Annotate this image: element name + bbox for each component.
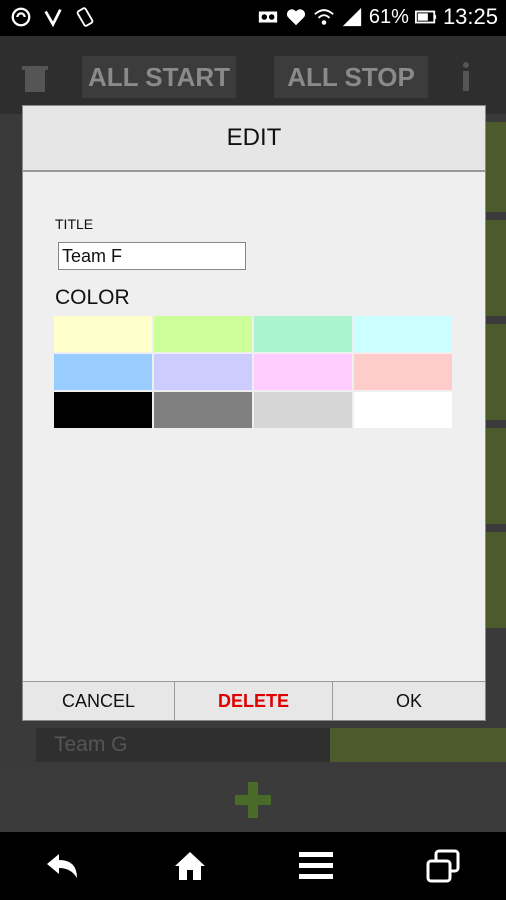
trash-icon[interactable]	[22, 64, 48, 94]
color-swatch[interactable]	[254, 354, 352, 390]
dialog-title: EDIT	[23, 106, 485, 172]
voicemail-icon	[258, 11, 278, 23]
add-bar[interactable]	[0, 768, 506, 832]
back-icon	[47, 854, 78, 878]
delete-button[interactable]: DELETE	[175, 682, 333, 720]
color-swatch[interactable]	[354, 354, 452, 390]
recent-apps-icon	[426, 849, 460, 883]
back-button[interactable]	[33, 836, 93, 896]
navigation-bar	[0, 832, 506, 900]
list-item-label: Team G	[36, 728, 330, 762]
dialog-buttons: CANCEL DELETE OK	[23, 681, 485, 720]
color-swatch[interactable]	[154, 316, 252, 352]
menu-icon	[299, 852, 334, 879]
recent-apps-button[interactable]	[413, 836, 473, 896]
edit-dialog: EDIT TITLE COLOR CANCEL DELETE OK	[23, 106, 485, 720]
title-input[interactable]	[58, 242, 246, 270]
title-label: TITLE	[55, 216, 94, 232]
home-button[interactable]	[160, 836, 220, 896]
color-swatch[interactable]	[54, 354, 152, 390]
color-swatch[interactable]	[254, 316, 352, 352]
ok-button[interactable]: OK	[333, 682, 485, 720]
heart-icon	[286, 9, 305, 26]
sync-icon	[11, 7, 31, 27]
color-swatch[interactable]	[54, 316, 152, 352]
color-swatch[interactable]	[54, 392, 152, 428]
cancel-button[interactable]: CANCEL	[23, 682, 175, 720]
all-stop-button[interactable]: ALL STOP	[274, 56, 428, 98]
list-item-progress	[330, 728, 506, 762]
rotate-icon	[76, 7, 94, 27]
color-swatch[interactable]	[354, 316, 452, 352]
signal-icon	[342, 7, 362, 27]
nfc-icon	[44, 9, 62, 28]
color-swatch[interactable]	[154, 354, 252, 390]
color-label: COLOR	[55, 286, 130, 309]
color-swatch[interactable]	[254, 392, 352, 428]
toolbar: ALL START ALL STOP	[0, 36, 506, 114]
team-name: Team G	[54, 733, 128, 756]
battery-percent: 61%	[368, 5, 409, 28]
info-icon[interactable]	[458, 60, 474, 94]
battery-icon	[414, 10, 437, 24]
clock: 13:25	[442, 4, 498, 29]
color-palette	[54, 316, 452, 428]
all-start-button[interactable]: ALL START	[82, 56, 236, 98]
wifi-icon	[314, 9, 334, 25]
menu-button[interactable]	[286, 836, 346, 896]
status-bar: 61% 13:25	[0, 0, 506, 36]
add-icon[interactable]	[233, 780, 273, 820]
color-swatch[interactable]	[354, 392, 452, 428]
home-icon	[174, 852, 205, 880]
color-swatch[interactable]	[154, 392, 252, 428]
